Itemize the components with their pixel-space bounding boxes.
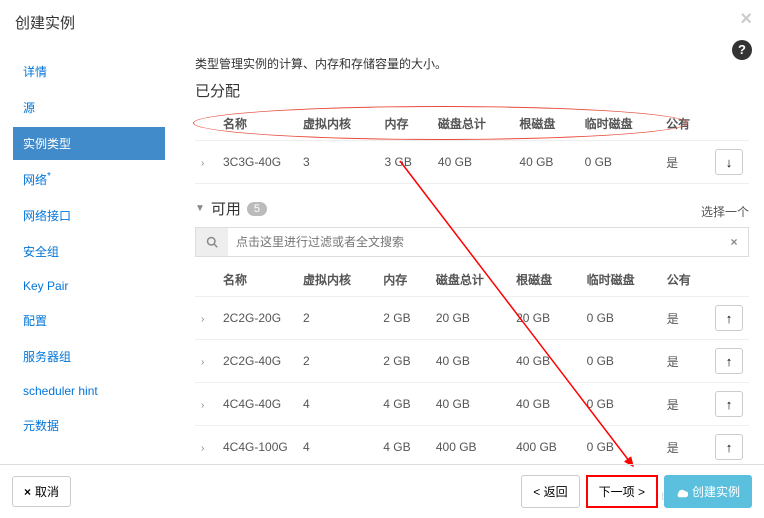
sidebar-item-secgroups[interactable]: 安全组 xyxy=(13,235,165,268)
chevron-right-icon[interactable]: › xyxy=(201,400,208,411)
help-icon[interactable]: ? xyxy=(732,40,752,60)
sidebar-item-scheduler[interactable]: scheduler hint xyxy=(13,376,165,406)
sidebar-item-config[interactable]: 配置 xyxy=(13,304,165,337)
col-name: 名称 xyxy=(217,107,297,141)
sidebar-item-source[interactable]: 源 xyxy=(13,91,165,124)
sidebar-item-ports[interactable]: 网络接口 xyxy=(13,199,165,232)
search-input[interactable] xyxy=(228,228,720,256)
remove-button[interactable]: ↓ xyxy=(715,149,743,175)
table-row: › 3C3G-40G3 3 GB40 GB 40 GB0 GB 是 ↓ xyxy=(195,141,749,184)
col-pub: 公有 xyxy=(660,107,709,141)
sidebar-item-keypair[interactable]: Key Pair xyxy=(13,271,165,301)
chevron-right-icon[interactable]: › xyxy=(201,357,208,368)
sidebar-item-network[interactable]: 网络* xyxy=(13,163,165,196)
chevron-right-icon[interactable]: › xyxy=(201,314,208,325)
launch-button[interactable]: 创建实例 xyxy=(664,475,752,508)
add-button[interactable]: ↑ xyxy=(715,305,743,331)
select-hint: 选择一个 xyxy=(701,203,749,220)
table-row: › 2C2G-40G2 2 GB40 GB 40 GB0 GB 是 ↑ xyxy=(195,340,749,383)
clear-icon[interactable]: × xyxy=(720,228,748,256)
add-button[interactable]: ↑ xyxy=(715,348,743,374)
table-row: › 4C4G-100G4 4 GB400 GB 400 GB0 GB 是 ↑ xyxy=(195,426,749,466)
cancel-button[interactable]: ×取消 xyxy=(12,476,71,507)
col-disk: 磁盘总计 xyxy=(432,107,513,141)
col-vcpu: 虚拟内核 xyxy=(297,107,378,141)
back-button[interactable]: < 返回 xyxy=(521,475,579,508)
close-icon[interactable]: × xyxy=(740,8,752,31)
allocated-title: 已分配 xyxy=(195,80,749,101)
available-title: 可用 xyxy=(211,198,241,219)
sidebar-item-metadata[interactable]: 元数据 xyxy=(13,409,165,442)
search-icon xyxy=(196,228,228,256)
table-row: › 4C4G-40G4 4 GB40 GB 40 GB0 GB 是 ↑ xyxy=(195,383,749,426)
col-ram: 内存 xyxy=(378,107,431,141)
description-text: 类型管理实例的计算、内存和存储容量的大小。 xyxy=(195,55,749,72)
wizard-sidebar: 详情 源 实例类型 网络* 网络接口 安全组 Key Pair 配置 服务器组 … xyxy=(0,45,165,465)
sidebar-item-flavor[interactable]: 实例类型 xyxy=(13,127,165,160)
table-row: › 2C2G-20G2 2 GB20 GB 20 GB0 GB 是 ↑ xyxy=(195,297,749,340)
sidebar-item-servergroup[interactable]: 服务器组 xyxy=(13,340,165,373)
chevron-right-icon[interactable]: › xyxy=(201,443,208,454)
allocated-table: 名称 虚拟内核 内存 磁盘总计 根磁盘 临时磁盘 公有 › 3C3G-40G3 … xyxy=(195,107,749,184)
add-button[interactable]: ↑ xyxy=(715,391,743,417)
chevron-down-icon[interactable]: ▼ xyxy=(195,203,205,214)
available-count-badge: 5 xyxy=(247,202,267,216)
sidebar-item-details[interactable]: 详情 xyxy=(13,55,165,88)
col-root: 根磁盘 xyxy=(513,107,578,141)
col-eph: 临时磁盘 xyxy=(579,107,660,141)
annotation-highlight: 下一项 > xyxy=(586,475,658,508)
chevron-right-icon[interactable]: › xyxy=(201,158,208,169)
available-table: 名称 虚拟内核 内存 磁盘总计 根磁盘 临时磁盘 公有 › 2C2G-20G2 … xyxy=(195,263,749,465)
modal-title: 创建实例 xyxy=(15,12,749,33)
next-button[interactable]: 下一项 > xyxy=(588,477,656,506)
add-button[interactable]: ↑ xyxy=(715,434,743,460)
